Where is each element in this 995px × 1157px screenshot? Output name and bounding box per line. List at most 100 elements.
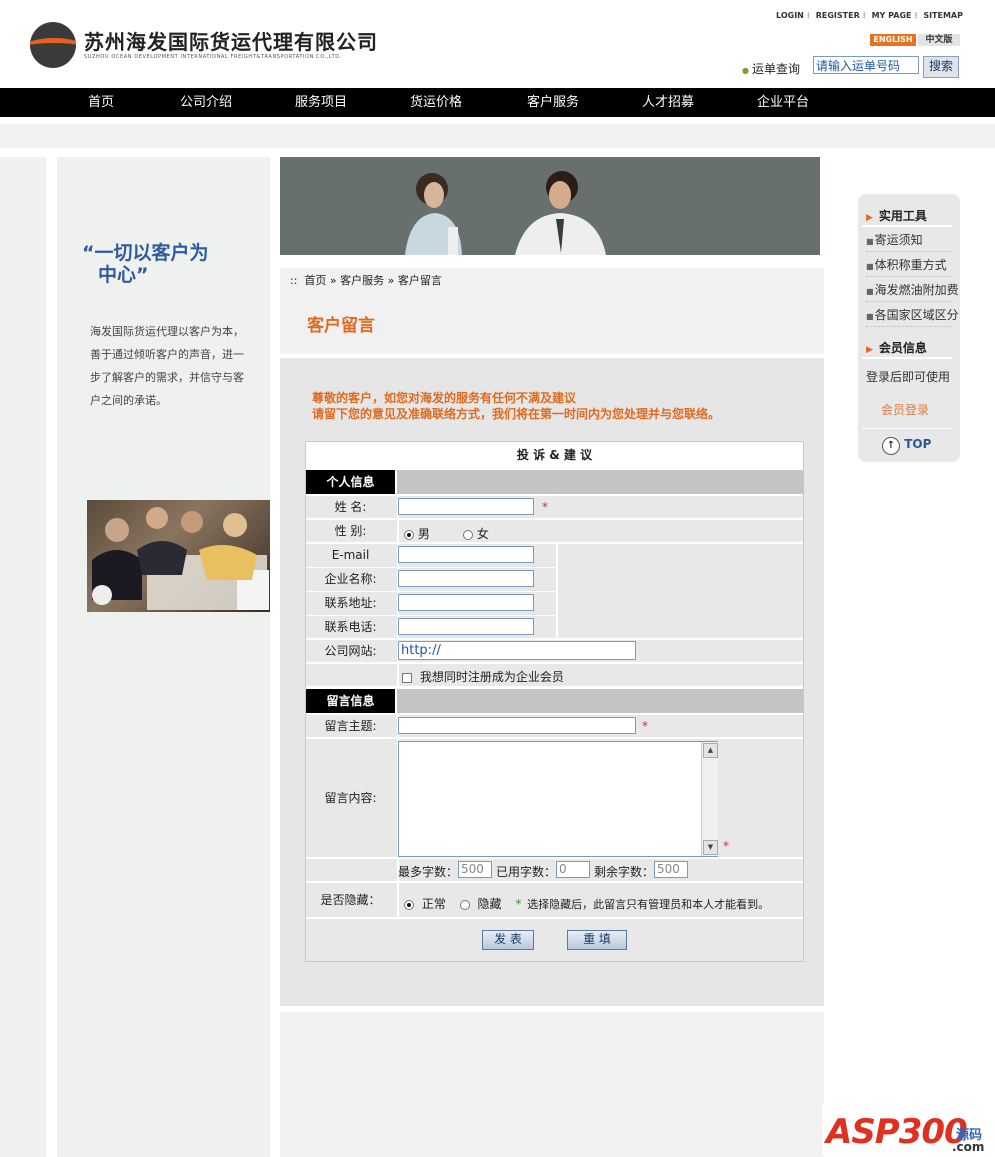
register-label: 我想同时注册成为企业会员: [419, 670, 564, 684]
company-logo-icon[interactable]: [30, 22, 76, 68]
member-heading: ▶ 会员信息: [866, 339, 927, 356]
bullet-icon: ■: [866, 262, 874, 271]
bullet-icon: ■: [866, 312, 874, 321]
required-mark: *: [642, 719, 648, 733]
scroll-up-icon[interactable]: ▲: [703, 743, 718, 758]
login-link[interactable]: LOGIN: [776, 11, 804, 20]
tool-link-shipping-notes[interactable]: ■寄运须知: [866, 229, 952, 252]
slogan-line-1: “一切以客户为: [82, 242, 209, 264]
tools-heading: ▶ 实用工具: [866, 207, 927, 224]
nav-pricing[interactable]: 货运价格: [410, 88, 462, 117]
divider: [862, 225, 952, 227]
visibility-normal-label: 正常: [421, 897, 446, 911]
form-title: 投 诉 & 建 议: [306, 442, 803, 469]
content-label: 留言内容:: [324, 791, 377, 805]
sitemap-link[interactable]: SITEMAP: [923, 11, 963, 20]
nav-platform[interactable]: 企业平台: [757, 88, 809, 117]
visibility-hidden-radio[interactable]: [459, 899, 470, 910]
required-mark: *: [542, 500, 548, 514]
email-input[interactable]: [398, 546, 534, 563]
sub-bar: [0, 124, 995, 148]
company-row: 企业名称:: [306, 568, 558, 592]
nav-home[interactable]: 首页: [88, 88, 114, 117]
breadcrumb-home[interactable]: 首页: [304, 274, 326, 287]
back-to-top-button[interactable]: ↑ TOP: [882, 437, 931, 455]
button-row: 发 表 重 填: [306, 919, 803, 961]
max-chars-label: 最多字数：: [398, 865, 459, 879]
member-title: 会员信息: [878, 341, 927, 355]
section-bar: [397, 470, 803, 494]
subject-label: 留言主题:: [324, 719, 377, 733]
bullet-icon: ●: [742, 66, 749, 75]
meeting-photo: [87, 500, 270, 612]
subject-row: 留言主题: *: [306, 715, 803, 739]
banner-image: [280, 157, 820, 255]
company-name: 苏州海发国际货运代理有限公司: [84, 30, 378, 54]
top-label: TOP: [904, 437, 932, 451]
breadcrumb: :: 首页 » 客户服务 » 客户留言: [290, 272, 442, 288]
visibility-hidden-label: 隐藏: [477, 897, 502, 911]
breadcrumb-prefix: ::: [290, 274, 298, 287]
member-note: 登录后即可使用: [866, 370, 951, 384]
notice-line-2: 请留下您的意见及准确联络方式，我们将在第一时间内为您处理并与您联络。: [312, 407, 721, 421]
max-chars-field: 500: [458, 861, 492, 878]
divider: [862, 357, 952, 359]
name-input[interactable]: [398, 498, 534, 515]
company-name-english: SUZHOU OCEAN DEVELOPMENT INTERNATIONAL F…: [84, 54, 342, 60]
bullet-icon: ■: [866, 237, 874, 246]
website-row: 公司网站: http://: [306, 640, 803, 664]
gender-female-radio[interactable]: [463, 529, 473, 540]
submit-button[interactable]: 发 表: [482, 930, 534, 950]
gender-row: 性 别: 男 女: [306, 520, 803, 544]
hidden-row: 是否隐藏： 正常 隐藏 * 选择隐藏后，此留言只有管理员和本人才能看到。: [306, 883, 803, 919]
bullet-icon: ■: [866, 287, 874, 296]
left-strip: [0, 157, 46, 1157]
hidden-label: 是否隐藏：: [320, 893, 381, 907]
company-input[interactable]: [398, 570, 534, 587]
register-checkbox[interactable]: [402, 672, 412, 683]
note-mark: *: [515, 897, 522, 911]
search-button[interactable]: 搜索: [923, 56, 959, 78]
address-input[interactable]: [398, 594, 534, 611]
tracking-label-text: 运单查询: [751, 62, 800, 76]
subject-input[interactable]: [398, 717, 636, 734]
website-input[interactable]: http://: [398, 641, 636, 660]
tracking-number-input[interactable]: 请输入运单号码: [813, 56, 919, 74]
mypage-link[interactable]: MY PAGE: [872, 11, 912, 20]
top-links: LOGIN ⁝ REGISTER ⁝ MY PAGE ⁝ SITEMAP: [776, 11, 963, 20]
chinese-button[interactable]: 中文版: [918, 34, 960, 46]
tool-link-weight-method[interactable]: ■体积称重方式: [866, 254, 952, 277]
reset-button[interactable]: 重 填: [567, 930, 627, 950]
arrow-up-icon: ↑: [882, 437, 900, 455]
content-scrollbar[interactable]: ▲ ▼: [701, 742, 718, 856]
slogan: “一切以客户为 中心”: [82, 242, 252, 286]
breadcrumb-customer-service[interactable]: 客户服务: [340, 274, 384, 287]
main-nav: 首页 公司介绍 服务项目 货运价格 客户服务 人才招募 企业平台: [0, 88, 995, 117]
register-link[interactable]: REGISTER: [816, 11, 860, 20]
used-chars-label: 已用字数：: [496, 865, 557, 879]
nav-careers[interactable]: 人才招募: [642, 88, 694, 117]
tool-link-fuel-surcharge[interactable]: ■海发燃油附加费: [866, 279, 959, 302]
tool-link-country-zones[interactable]: ■各国家区域区分: [866, 304, 959, 327]
remaining-chars-field: 500: [654, 861, 688, 878]
watermark-text: ASP300: [826, 1112, 968, 1152]
gender-male-radio[interactable]: [404, 529, 414, 540]
remaining-chars-label: 剩余字数：: [594, 865, 655, 879]
footer-area: [280, 1012, 824, 1157]
nav-customer-service[interactable]: 客户服务: [527, 88, 579, 117]
nav-services[interactable]: 服务项目: [295, 88, 347, 117]
name-row: 姓 名: *: [306, 496, 803, 520]
notice-line-1: 尊敬的客户，如您对海发的服务有任何不满及建议: [312, 391, 577, 405]
nav-about[interactable]: 公司介绍: [180, 88, 232, 117]
required-mark: *: [723, 839, 729, 853]
content-textarea[interactable]: [398, 741, 718, 857]
member-login-link[interactable]: 会员登录: [881, 401, 929, 418]
english-button[interactable]: ENGLISH: [870, 34, 916, 46]
gender-label: 性 别:: [334, 524, 367, 538]
scroll-down-icon[interactable]: ▼: [703, 840, 718, 855]
feedback-form: 投 诉 & 建 议 个人信息 姓 名: * 性 别: 男 女 E-mail 企业…: [305, 441, 804, 962]
visibility-normal-radio[interactable]: [404, 899, 414, 910]
website-label: 公司网站:: [324, 644, 377, 658]
phone-input[interactable]: [398, 618, 534, 635]
intro-text: 海发国际货运代理以客户为本，善于通过倾听客户的声音，进一步了解客户的需求，并信守…: [90, 325, 244, 407]
